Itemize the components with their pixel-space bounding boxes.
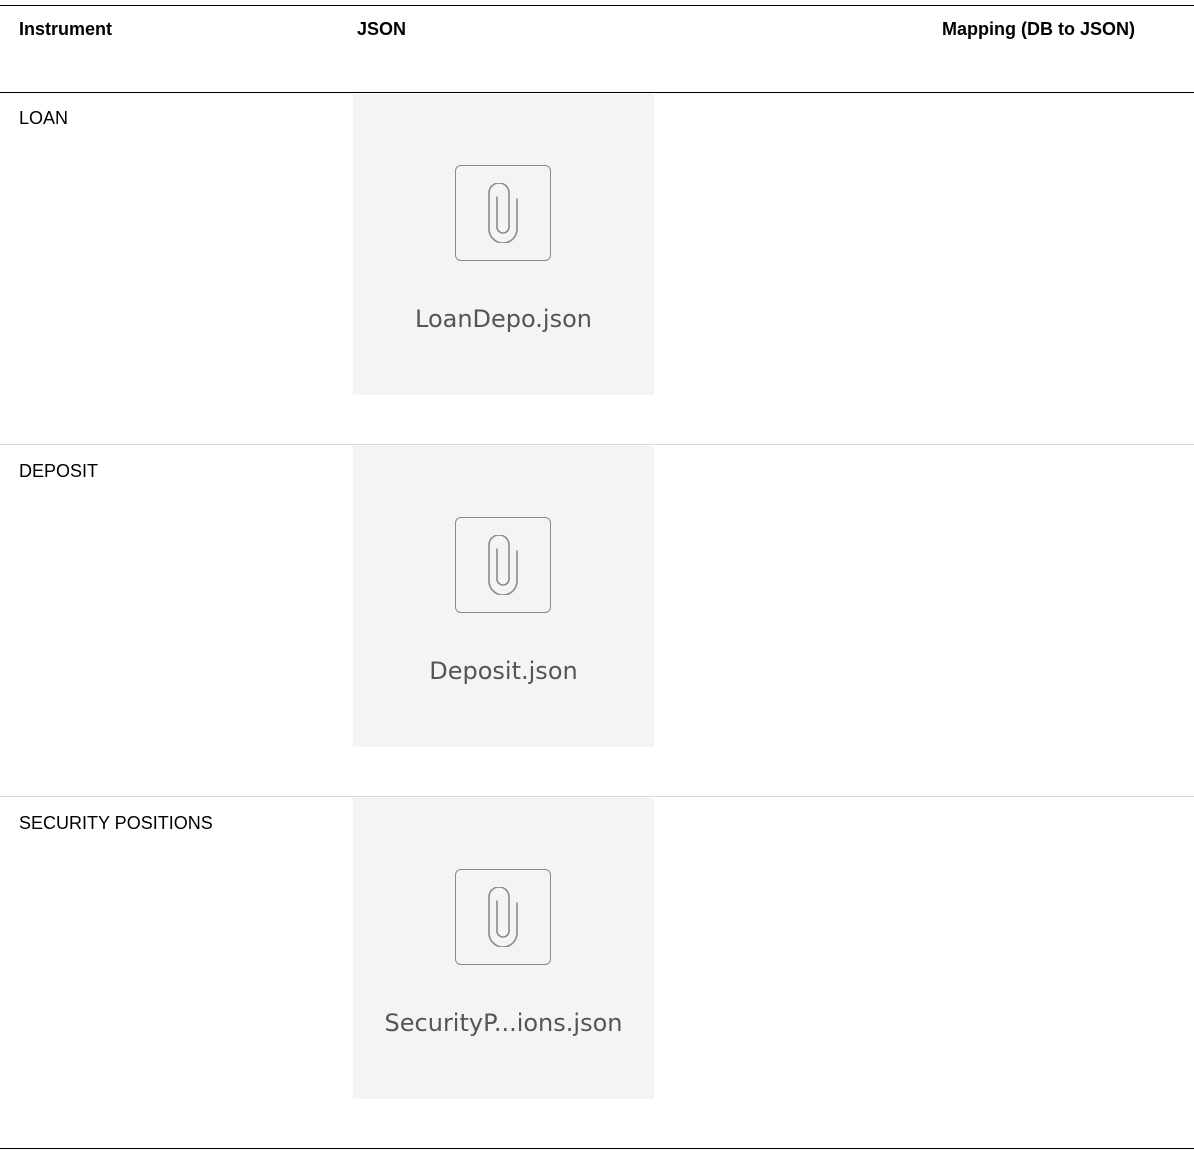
header-mapping: Mapping (DB to JSON) — [942, 19, 1135, 39]
header-json: JSON — [357, 19, 407, 39]
header-instrument: Instrument — [19, 19, 113, 39]
attachment-security-positions[interactable]: SecurityP...ions.json — [353, 798, 654, 1099]
attachment-file-name: SecurityP...ions.json — [384, 1009, 623, 1037]
row-deposit-instrument: DEPOSIT — [19, 461, 99, 481]
attachment-file-name: LoanDepo.json — [415, 305, 592, 333]
row-rule — [0, 444, 1194, 445]
row-rule — [0, 796, 1194, 797]
row-security-positions-instrument: SECURITY POSITIONS — [19, 813, 213, 833]
table-bottom-rule — [0, 1148, 1194, 1149]
paperclip-icon — [455, 517, 551, 613]
attachment-deposit[interactable]: Deposit.json — [353, 446, 654, 747]
table-top-rule — [0, 5, 1194, 6]
paperclip-icon — [455, 869, 551, 965]
row-loan-instrument: LOAN — [19, 108, 69, 128]
paperclip-icon — [455, 165, 551, 261]
header-rule — [0, 92, 1194, 93]
attachment-file-name: Deposit.json — [429, 657, 578, 685]
attachment-loandepo[interactable]: LoanDepo.json — [353, 94, 654, 395]
